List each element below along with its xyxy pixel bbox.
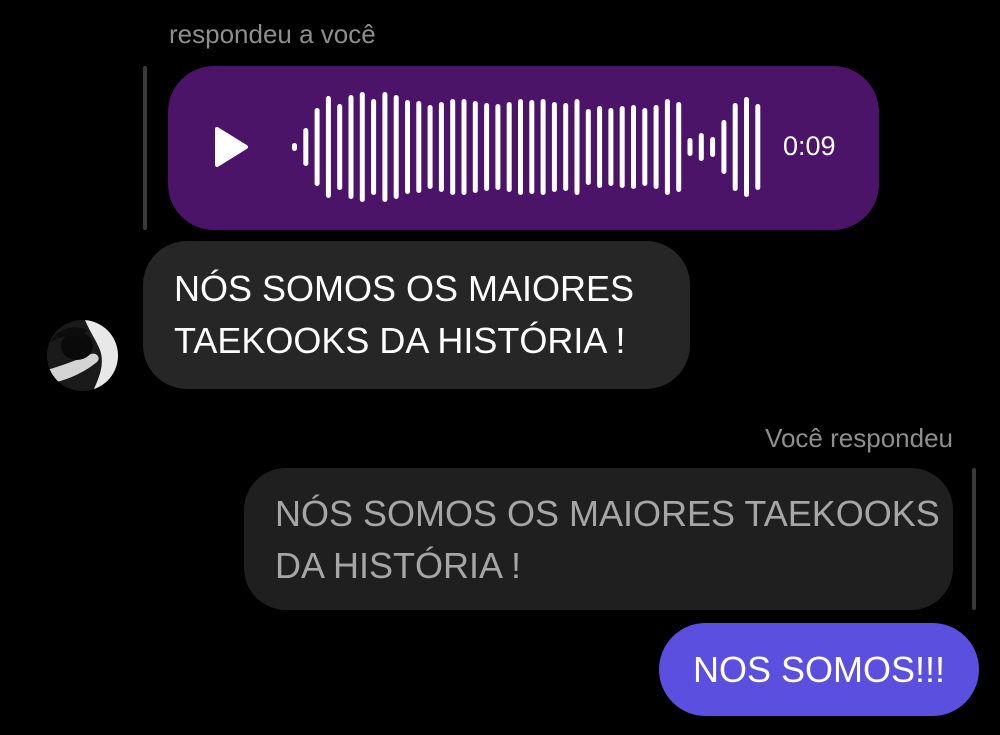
waveform-bar: [732, 103, 738, 191]
reply-indicator-line: [972, 468, 976, 610]
waveform-bar: [337, 104, 343, 190]
waveform-bar: [540, 99, 546, 195]
quoted-line: NÓS SOMOS OS MAIORES TAEKOOKS: [275, 493, 940, 534]
message-line: TAEKOOKS DA HISTÓRIA !: [174, 320, 626, 361]
voice-waveform[interactable]: [290, 86, 780, 208]
reply-caption: respondeu a você: [169, 19, 376, 49]
waveform-bar: [676, 102, 682, 192]
waveform-bar: [382, 92, 388, 202]
avatar[interactable]: [47, 320, 118, 391]
waveform-bar: [359, 92, 365, 202]
waveform-bar: [292, 143, 297, 151]
waveform-bar: [506, 102, 512, 192]
reply-indicator-line: [143, 66, 147, 230]
reply-caption: Você respondeu: [765, 423, 953, 453]
waveform-bar: [325, 96, 331, 198]
waveform-bar: [585, 109, 591, 185]
waveform-bar: [664, 99, 670, 195]
waveform-bar: [631, 105, 636, 189]
waveform-bar: [597, 106, 603, 188]
waveform-bar: [472, 101, 478, 193]
waveform-bar: [710, 137, 716, 157]
waveform-bar: [619, 106, 625, 188]
waveform-bar: [574, 99, 580, 195]
waveform-bar: [687, 138, 693, 156]
waveform-bar: [642, 108, 648, 186]
waveform-bar: [393, 95, 399, 199]
waveform-bar: [518, 99, 523, 195]
chat-thread: respondeu a você 0:09 NÓS SOMOS OS MAIOR…: [0, 0, 1000, 735]
waveform-bar: [744, 97, 749, 197]
waveform-bar: [461, 99, 467, 195]
quoted-message-bubble[interactable]: NÓS SOMOS OS MAIORES TAEKOOKS DA HISTÓRI…: [244, 468, 953, 610]
quoted-line: DA HISTÓRIA !: [275, 545, 522, 586]
waveform-bar: [450, 99, 456, 195]
incoming-message-bubble[interactable]: NÓS SOMOS OS MAIORES TAEKOOKS DA HISTÓRI…: [143, 241, 690, 389]
waveform-bar: [314, 108, 320, 186]
waveform-bar: [427, 105, 433, 189]
waveform-bar: [416, 101, 422, 193]
waveform-bar: [495, 104, 501, 190]
own-message-bubble[interactable]: NOS SOMOS!!!: [659, 623, 979, 716]
waveform-bar: [348, 95, 354, 199]
waveform-bar: [551, 102, 557, 192]
waveform-bar: [371, 99, 377, 195]
waveform-bar: [653, 105, 659, 189]
waveform-bar: [529, 100, 535, 194]
message-line: NÓS SOMOS OS MAIORES: [174, 268, 635, 309]
waveform-bar: [608, 108, 614, 186]
waveform-bar: [484, 103, 490, 191]
waveform-bar: [563, 103, 569, 191]
voice-duration: 0:09: [783, 131, 836, 161]
waveform-bar: [438, 102, 444, 192]
play-icon[interactable]: [213, 126, 249, 168]
waveform-bar: [721, 120, 727, 174]
own-message-text: NOS SOMOS!!!: [692, 648, 946, 690]
waveform-bar: [405, 100, 410, 194]
waveform-bar: [303, 128, 309, 166]
waveform-bar: [698, 133, 704, 161]
waveform-bar: [755, 104, 761, 190]
